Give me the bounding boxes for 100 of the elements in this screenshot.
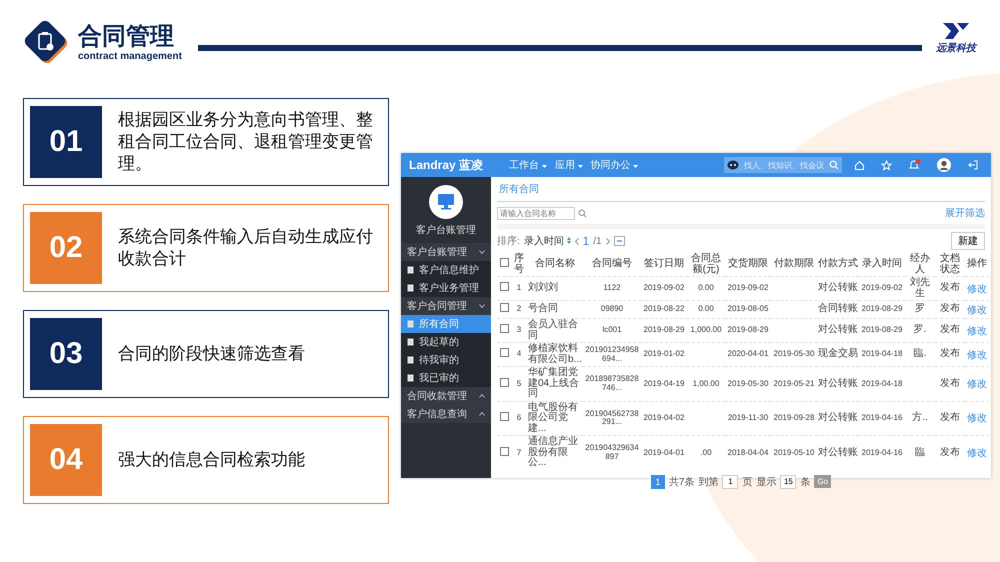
go-button[interactable]: Go [814, 475, 832, 488]
page-title: 所有合同 [497, 177, 985, 202]
sidebar-group[interactable]: 合同收款管理 [401, 387, 491, 405]
table-cell: 2019-08-29 [728, 325, 768, 334]
more-icon[interactable] [614, 236, 625, 246]
table-cell: 2019-08-29 [644, 325, 684, 334]
checkbox[interactable] [500, 303, 508, 312]
avatar-icon[interactable] [937, 158, 951, 172]
nav-menu[interactable]: 协同办公 [590, 158, 638, 172]
expand-filter-link[interactable]: 展开筛选 [945, 206, 985, 220]
feature-number: 04 [30, 424, 102, 496]
sidebar-group[interactable]: 客户台账管理 [401, 243, 491, 261]
table-cell: 2019-05-21 [774, 378, 814, 388]
sidebar-item[interactable]: 客户信息维护 [401, 261, 491, 279]
table-cell: 电气股份有限公司党建... [528, 402, 578, 434]
checkbox[interactable] [500, 348, 508, 358]
profile-name: 客户台账管理 [416, 224, 476, 237]
table-cell: lc001 [602, 325, 622, 334]
table-cell: 201898735828746... [585, 374, 639, 392]
table-cell: 2019-09-02 [728, 283, 768, 292]
table-cell: 5 [516, 378, 522, 388]
table-cell: 合同转账 [818, 303, 858, 314]
table-cell: 号合同 [528, 303, 558, 314]
search-field[interactable]: 找人、找知识、找会议 [724, 157, 842, 173]
feature-text: 系统合同条件输入后自动生成应付收款合计 [118, 226, 374, 270]
checkbox[interactable] [500, 282, 508, 292]
page-size-input[interactable]: 15 [780, 474, 796, 488]
next-page-icon[interactable] [606, 238, 610, 244]
nav-menu[interactable]: 应用 [554, 158, 583, 172]
column-header: 合同名称 [527, 253, 583, 276]
table-cell: 0.00 [698, 283, 714, 292]
checkbox[interactable] [500, 378, 508, 386]
prev-page-icon[interactable] [574, 238, 579, 244]
table-cell: 对公转账 [818, 412, 858, 423]
checkbox[interactable] [500, 412, 508, 421]
page-unit: 页 [742, 476, 752, 488]
document-icon [407, 338, 414, 346]
search-icon[interactable] [578, 208, 587, 218]
table-cell: 201904329634897 [585, 443, 639, 461]
column-header: 签订日期 [641, 253, 687, 276]
sidebar-item[interactable]: 我起草的 [401, 333, 491, 351]
checkbox[interactable] [500, 258, 508, 268]
sidebar-item[interactable]: 所有合同 [401, 315, 491, 333]
table-cell: 2019-09-28 [774, 413, 814, 422]
table-cell: 3 [516, 325, 522, 334]
checkbox[interactable] [500, 324, 508, 334]
edit-link[interactable]: 修改 [967, 446, 987, 460]
table-cell: 方.. [912, 412, 928, 423]
logout-icon[interactable] [967, 159, 979, 171]
home-icon[interactable] [854, 160, 865, 170]
table-cell: 2020-04-01 [728, 349, 768, 358]
slide-subtitle: contract management [78, 50, 182, 62]
page-button[interactable]: 1 [650, 474, 665, 488]
chevron-down-icon [479, 250, 485, 254]
caret-icon [542, 165, 547, 168]
brand-logo: Landray 蓝凌 [409, 156, 484, 174]
search-icon[interactable] [829, 160, 839, 170]
sidebar-item[interactable]: 我已审的 [401, 369, 491, 387]
sidebar-group[interactable]: 客户信息查询 [401, 405, 491, 423]
column-header: 合同编号 [583, 253, 641, 276]
sort-dropdown[interactable]: 录入时间 [524, 234, 571, 248]
table-cell: 通信息产业股份有限公... [528, 436, 578, 468]
caret-icon [633, 165, 638, 168]
table-cell: 发布 [940, 446, 960, 458]
nav-menu[interactable]: 工作台 [509, 158, 547, 172]
star-icon[interactable] [881, 160, 892, 170]
table-cell: 对公转账 [818, 378, 858, 388]
table-cell: 现金交易 [818, 348, 858, 360]
goto-label: 到第 [698, 476, 718, 488]
table-cell: 会员入驻合同 [528, 319, 578, 340]
bell-icon[interactable] [908, 159, 921, 171]
edit-link[interactable]: 修改 [967, 302, 987, 316]
edit-link[interactable]: 修改 [967, 324, 987, 338]
new-button[interactable]: 新建 [951, 232, 985, 250]
table-cell: 修植家饮料有限公司b... [528, 343, 582, 364]
sidebar-item[interactable]: 待我审的 [401, 351, 491, 369]
table-cell: 2019-08-29 [862, 304, 902, 314]
edit-link[interactable]: 修改 [967, 411, 987, 426]
table-cell: 2019-04-02 [644, 413, 684, 422]
table-cell: 7 [516, 448, 522, 457]
table-cell: 2019-04-01 [644, 448, 684, 457]
page-input[interactable]: 1 [722, 474, 738, 488]
table-cell: 2019-08-29 [862, 325, 902, 334]
table-cell: 1,000.00 [690, 325, 722, 334]
table-cell: 201904562738291... [585, 408, 639, 426]
checkbox[interactable] [500, 446, 508, 456]
table-cell: 2019-11-30 [728, 413, 768, 422]
edit-link[interactable]: 修改 [967, 376, 987, 391]
table-cell: 2019-04-18 [862, 349, 902, 358]
edit-link[interactable]: 修改 [967, 348, 987, 362]
edit-link[interactable]: 修改 [967, 282, 987, 296]
column-header: 交货期限 [725, 253, 771, 276]
sidebar-item[interactable]: 客户业务管理 [401, 279, 491, 297]
sidebar-group[interactable]: 客户合同管理 [401, 297, 491, 315]
document-icon [407, 356, 414, 364]
search-field[interactable]: 请输入合同名称 [497, 206, 575, 220]
column-header: 合同总额(元) [687, 253, 725, 276]
feature-text: 强大的信息合同检索功能 [118, 448, 305, 471]
table-cell: 对公转账 [818, 282, 858, 294]
chevron-up-icon [479, 412, 485, 416]
